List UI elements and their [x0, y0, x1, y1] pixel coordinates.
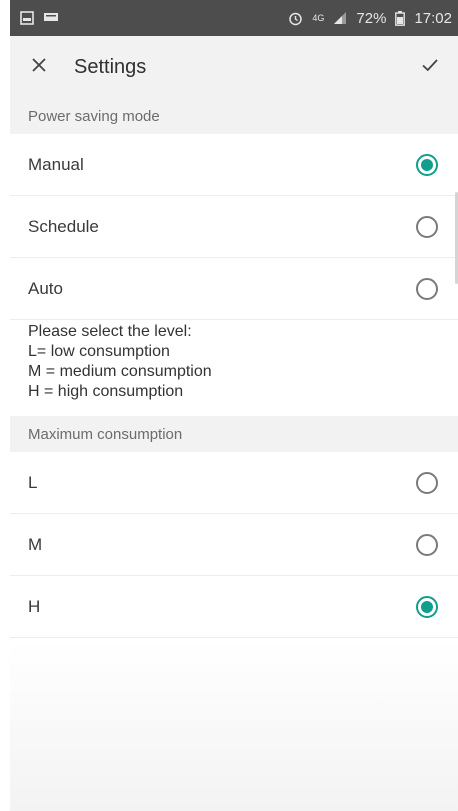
- option-label: Schedule: [28, 216, 99, 236]
- radio-button[interactable]: [416, 215, 438, 238]
- power-saving-header: Power saving mode: [10, 98, 458, 134]
- option-label: H: [28, 596, 41, 616]
- option-label: M: [28, 534, 43, 554]
- radio-button[interactable]: [416, 533, 438, 556]
- info-line: M = medium consumption: [28, 363, 212, 380]
- option-level-m[interactable]: M: [10, 514, 458, 576]
- option-label: Auto: [28, 278, 63, 298]
- confirm-button[interactable]: [402, 36, 458, 98]
- info-line: H = high consumption: [28, 383, 184, 400]
- max-consumption-header: Maximum consumption: [10, 416, 458, 452]
- option-level-l[interactable]: L: [10, 452, 458, 514]
- settings-screen: 4G 72% 17:02 Settings Power saving mode: [0, 0, 458, 811]
- status-bar: 4G 72% 17:02: [10, 0, 458, 36]
- option-level-h[interactable]: H: [10, 576, 458, 638]
- empty-area: [10, 640, 458, 811]
- option-manual[interactable]: Manual: [10, 134, 458, 196]
- image-icon: [20, 11, 34, 25]
- level-info-text: Please select the level: L= low consumpt…: [28, 322, 448, 402]
- close-icon: [31, 57, 47, 78]
- option-label: L: [28, 472, 38, 492]
- app-bar: Settings: [10, 36, 458, 98]
- battery-icon: [395, 10, 406, 26]
- message-icon: [43, 12, 59, 24]
- signal-icon: [333, 11, 347, 25]
- battery-percent: 72%: [356, 9, 387, 27]
- radio-button-selected[interactable]: [416, 595, 438, 618]
- alarm-icon: [288, 11, 303, 26]
- radio-button-selected[interactable]: [416, 153, 438, 176]
- info-line: Please select the level:: [28, 323, 192, 340]
- info-line: L= low consumption: [28, 343, 170, 360]
- radio-button[interactable]: [416, 471, 438, 494]
- option-auto[interactable]: Auto: [10, 258, 458, 320]
- status-right: 4G 72% 17:02: [288, 10, 452, 27]
- network-4g-icon: 4G: [312, 13, 325, 23]
- page-title: Settings: [74, 55, 147, 78]
- status-time: 17:02: [414, 9, 452, 27]
- check-icon: [421, 58, 439, 77]
- option-schedule[interactable]: Schedule: [10, 196, 458, 258]
- radio-button[interactable]: [416, 277, 438, 300]
- close-button[interactable]: [10, 36, 68, 98]
- status-left: [20, 11, 59, 25]
- option-label: Manual: [28, 154, 84, 174]
